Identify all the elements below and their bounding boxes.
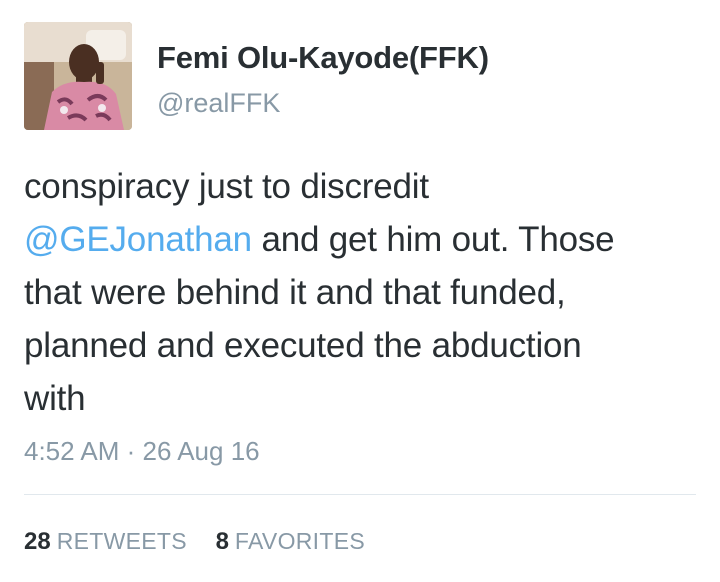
user-handle[interactable]: @realFFK — [157, 88, 280, 119]
avatar[interactable] — [24, 22, 132, 130]
tweet-text: conspiracy just to discredit @GEJonathan… — [24, 160, 704, 425]
favorites-count: 8 — [215, 528, 229, 555]
favorites-stat[interactable]: 8 FAVORITES — [216, 528, 365, 555]
tweet-line: @GEJonathan and get him out. Those — [24, 213, 704, 266]
divider — [24, 494, 696, 495]
tweet-stats: 28 RETWEETS 8 FAVORITES — [24, 528, 387, 556]
retweets-stat[interactable]: 28 RETWEETS — [24, 528, 187, 555]
retweets-label: RETWEETS — [56, 528, 187, 554]
tweet-line-text: and get him out. Those — [251, 220, 615, 259]
favorites-label: FAVORITES — [234, 528, 365, 554]
tweet-line: conspiracy just to discredit — [24, 167, 429, 206]
mention-link[interactable]: @GEJonathan — [24, 220, 252, 259]
tweet-line: planned and executed the abduction — [24, 326, 582, 365]
retweets-count: 28 — [24, 528, 51, 555]
tweet-line: with — [24, 379, 86, 418]
tweet-line: that were behind it and that funded, — [24, 273, 566, 312]
tweet-timestamp[interactable]: 4:52 AM · 26 Aug 16 — [24, 436, 260, 467]
avatar-photo-icon — [24, 22, 132, 130]
display-name[interactable]: Femi Olu-Kayode(FFK) — [157, 40, 489, 76]
